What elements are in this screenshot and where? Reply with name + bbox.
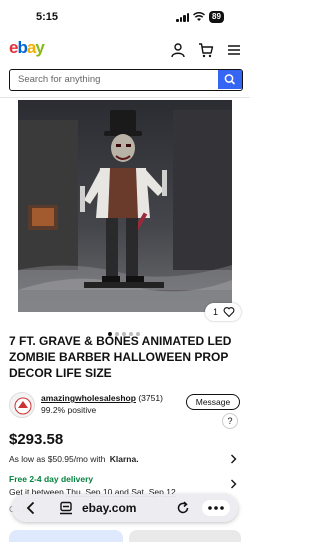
status-bar: 5:15 89 — [0, 0, 250, 34]
search-input[interactable] — [10, 70, 218, 89]
status-time: 5:15 — [36, 11, 59, 23]
help-button[interactable]: ? — [222, 413, 238, 429]
user-icon[interactable] — [170, 42, 186, 58]
reload-icon[interactable] — [176, 501, 190, 515]
klarna-row[interactable]: As low as $50.95/mo with Klarna. — [9, 454, 243, 464]
free-delivery-text: Free 2-4 day delivery — [9, 474, 94, 484]
heart-icon — [223, 307, 235, 318]
ebay-logo[interactable]: ebay — [9, 38, 45, 58]
seller-feedback-count: (3751) — [138, 393, 163, 403]
seller-feedback: 99.2% positive — [41, 405, 97, 415]
watch-count-chip[interactable]: 1 — [205, 303, 241, 321]
image-gallery[interactable] — [0, 98, 250, 320]
seller-name-line[interactable]: amazingwholesaleshop (3751) — [41, 393, 163, 403]
listing-title: 7 FT. GRAVE & BONES ANIMATED LED ZOMBIE … — [9, 334, 232, 380]
klarna-brand: Klarna. — [109, 454, 139, 464]
seller-info: amazingwholesaleshop (3751) 99.2% positi… — [9, 390, 243, 429]
cart-icon[interactable] — [198, 42, 214, 58]
search-icon — [224, 74, 236, 85]
battery-indicator: 89 — [209, 11, 224, 23]
watch-count: 1 — [213, 307, 219, 317]
reader-icon[interactable] — [59, 501, 73, 515]
add-to-cart-button[interactable] — [129, 530, 241, 542]
app-header: ebay — [0, 36, 250, 64]
more-button[interactable] — [202, 500, 230, 516]
back-icon[interactable] — [26, 501, 36, 515]
chevron-right-icon — [231, 454, 237, 464]
search-button[interactable] — [218, 70, 242, 89]
wifi-icon — [193, 12, 205, 21]
price: $293.58 — [9, 431, 64, 448]
message-button[interactable]: Message — [186, 394, 240, 410]
cellular-signal-icon — [176, 13, 190, 22]
chevron-right-icon — [231, 479, 237, 489]
buy-it-now-button[interactable] — [9, 530, 123, 542]
search-bar — [9, 69, 243, 91]
product-image[interactable] — [18, 100, 232, 312]
seller-name[interactable]: amazingwholesaleshop — [41, 393, 136, 403]
gallery-pagination-dots — [108, 323, 143, 336]
seller-avatar[interactable] — [9, 392, 35, 418]
address-bar[interactable]: ebay.com — [82, 501, 136, 515]
browser-toolbar: ebay.com — [12, 494, 238, 522]
menu-icon[interactable] — [226, 42, 242, 58]
klarna-text: As low as $50.95/mo with — [9, 454, 106, 464]
more-dots-icon — [208, 506, 224, 510]
